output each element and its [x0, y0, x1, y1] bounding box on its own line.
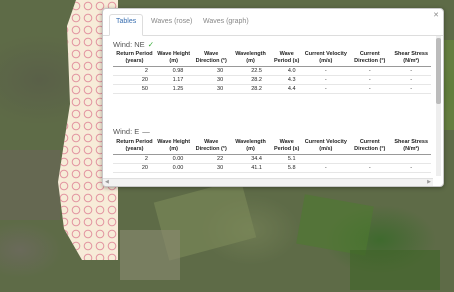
table-cell: 50 — [113, 84, 156, 94]
table-cell: 34.4 — [231, 154, 270, 164]
table-cell: 5.1 — [269, 154, 304, 164]
results-table-e: Return Period (years) Wave Height (m) Wa… — [113, 139, 431, 173]
table-cell: 22 — [191, 154, 232, 164]
table-header-row: Return Period (years) Wave Height (m) Wa… — [113, 51, 431, 67]
table-cell — [303, 154, 349, 164]
table-cell: 2 — [113, 66, 156, 76]
col-header: Current Velocity (m/s) — [303, 51, 349, 67]
table-cell: 20 — [113, 163, 156, 173]
table-cell: - — [303, 163, 349, 173]
tables-content: Wind: NE ✓ Return Period (years) Wave Hei… — [103, 36, 433, 178]
table-cell: 5.8 — [269, 163, 304, 173]
col-header: Wavelength (m) — [231, 139, 270, 155]
table-cell — [391, 154, 431, 164]
table-row: 2 0.98 30 22.5 4.0 - - - — [113, 66, 431, 76]
tab-waves-graph[interactable]: Waves (graph) — [197, 15, 255, 35]
table-cell: 4.0 — [269, 66, 304, 76]
table-row: 20 1.17 30 28.2 4.3 - - - — [113, 75, 431, 85]
collapse-icon[interactable]: — — [142, 127, 150, 136]
col-header: Wave Direction (°) — [191, 51, 232, 67]
col-header: Current Direction (°) — [348, 51, 392, 67]
col-header: Shear Stress (N/m²) — [391, 139, 431, 155]
table-cell: - — [348, 66, 392, 76]
table-row: 20 0.00 30 41.1 5.8 - - - — [113, 163, 431, 173]
scroll-right-icon[interactable]: ▶ — [427, 179, 431, 185]
col-header: Shear Stress (N/m²) — [391, 51, 431, 67]
col-header: Wave Direction (°) — [191, 139, 232, 155]
table-cell: 28.2 — [231, 84, 270, 94]
table-cell: 1.25 — [155, 84, 192, 94]
table-cell: 20 — [113, 75, 156, 85]
table-cell: 1.17 — [155, 75, 192, 85]
table-cell: - — [348, 163, 392, 173]
table-cell: 0.00 — [155, 154, 192, 164]
col-header: Wave Period (s) — [269, 51, 304, 67]
col-header: Wavelength (m) — [231, 51, 270, 67]
col-header: Wave Period (s) — [269, 139, 304, 155]
checkmark-icon[interactable]: ✓ — [148, 40, 154, 49]
col-header: Current Velocity (m/s) — [303, 139, 349, 155]
table-cell: 4.3 — [269, 75, 304, 85]
table-cell: 28.2 — [231, 75, 270, 85]
vertical-scrollbar[interactable] — [436, 36, 441, 176]
table-cell: - — [303, 75, 349, 85]
table-row: 2 0.00 22 34.4 5.1 — [113, 154, 431, 164]
col-header: Return Period (years) — [113, 51, 156, 67]
col-header: Wave Height (m) — [155, 51, 192, 67]
table-cell: 22.5 — [231, 66, 270, 76]
tab-waves-rose[interactable]: Waves (rose) — [145, 15, 198, 35]
group-title-e: Wind: E — — [113, 127, 150, 136]
close-icon[interactable]: ✕ — [433, 11, 439, 19]
table-cell: - — [391, 84, 431, 94]
scroll-left-icon[interactable]: ◀ — [105, 179, 109, 185]
table-cell: 30 — [191, 66, 232, 76]
table-row: 50 1.25 30 28.2 4.4 - - - — [113, 84, 431, 94]
table-cell: - — [391, 66, 431, 76]
table-cell: - — [348, 75, 392, 85]
col-header: Return Period (years) — [113, 139, 156, 155]
horizontal-scrollbar[interactable]: ◀ ▶ — [103, 178, 433, 186]
table-cell: - — [348, 84, 392, 94]
table-header-row: Return Period (years) Wave Height (m) Wa… — [113, 139, 431, 155]
table-cell: - — [303, 84, 349, 94]
table-cell: 30 — [191, 75, 232, 85]
table-cell: 30 — [191, 163, 232, 173]
table-cell: - — [391, 163, 431, 173]
table-cell: - — [391, 75, 431, 85]
table-cell: 41.1 — [231, 163, 270, 173]
table-cell: 4.4 — [269, 84, 304, 94]
table-cell: - — [303, 66, 349, 76]
table-cell: 0.98 — [155, 66, 192, 76]
results-table-ne: Return Period (years) Wave Height (m) Wa… — [113, 51, 431, 94]
table-cell — [348, 154, 392, 164]
table-cell: 0.00 — [155, 163, 192, 173]
table-cell: 30 — [191, 84, 232, 94]
results-panel: Tables Waves (rose) Waves (graph) ✕ Wind… — [102, 8, 444, 187]
table-cell: 2 — [113, 154, 156, 164]
col-header: Wave Height (m) — [155, 139, 192, 155]
group-title-ne: Wind: NE ✓ — [113, 40, 154, 49]
scrollbar-thumb[interactable] — [436, 38, 441, 104]
col-header: Current Direction (°) — [348, 139, 392, 155]
tab-tables[interactable]: Tables — [109, 14, 144, 36]
tab-bar: Tables Waves (rose) Waves (graph) ✕ — [103, 9, 443, 36]
